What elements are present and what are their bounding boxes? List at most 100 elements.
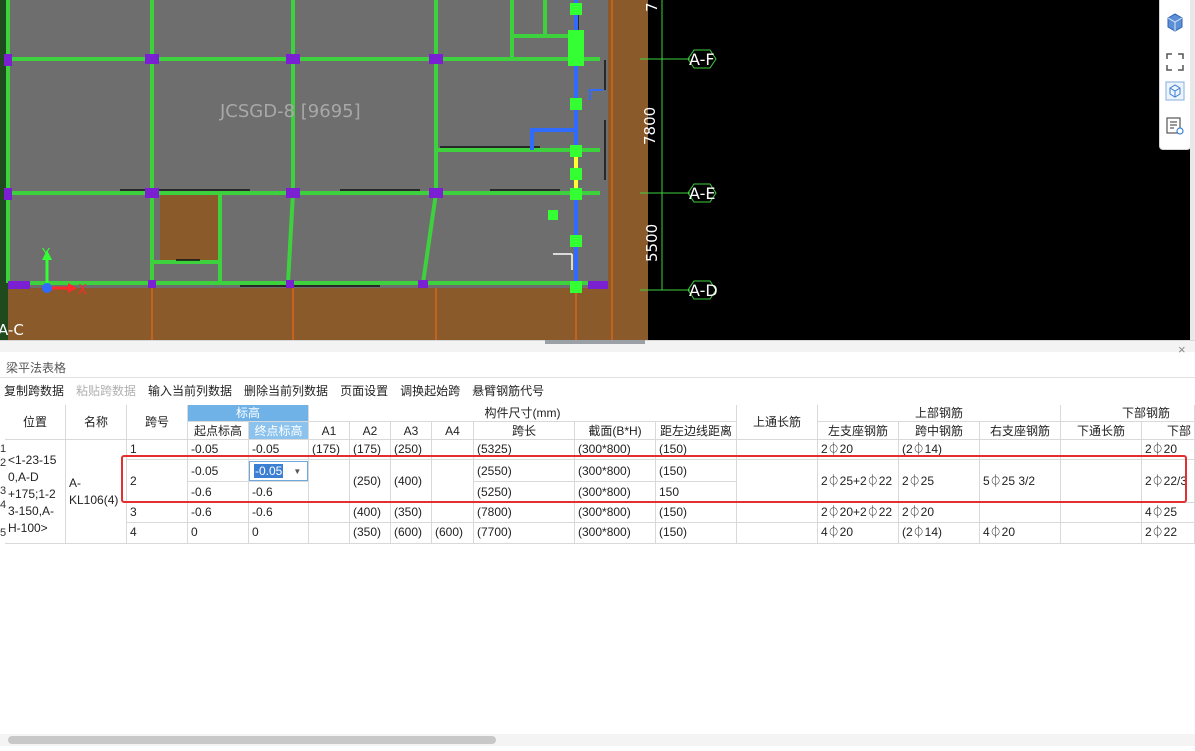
name-cell[interactable]: A- KL106(4): [66, 440, 127, 544]
table-cell-bottom-partial[interactable]: 4⏀25: [1142, 503, 1195, 523]
table-cell-end[interactable]: 0: [249, 523, 309, 544]
table-cell-section[interactable]: (300*800): [575, 482, 656, 503]
table-cell-distance[interactable]: (150): [656, 440, 737, 460]
table-cell-bottom-partial[interactable]: 2⏀20: [1142, 440, 1195, 460]
table-cell-end[interactable]: -0.6: [249, 503, 309, 523]
copy-span-data-button[interactable]: 复制跨数据: [0, 382, 68, 400]
table-cell-left-support[interactable]: 2⏀20+2⏀22: [818, 503, 899, 523]
table-cell-start[interactable]: -0.05: [188, 440, 249, 460]
table-cell-start[interactable]: -0.6: [188, 482, 249, 503]
table-cell-section[interactable]: (300*800): [575, 523, 656, 544]
3d-cube-icon[interactable]: [1165, 12, 1187, 34]
table-cell-span[interactable]: 3: [127, 503, 188, 523]
table-cell-start[interactable]: -0.6: [188, 503, 249, 523]
table-cell-left-support[interactable]: 2⏀20: [818, 440, 899, 460]
close-icon[interactable]: ×: [1178, 342, 1186, 357]
header-top-rebar: 上部钢筋: [818, 405, 1061, 422]
horizontal-scrollbar-thumb[interactable]: [8, 736, 496, 744]
table-cell-start[interactable]: 0: [188, 523, 249, 544]
dropdown-arrow-icon[interactable]: ▼: [293, 467, 301, 476]
table-cell-length[interactable]: (2550): [474, 460, 575, 482]
vertical-scrollbar[interactable]: [1190, 0, 1195, 340]
table-cell-start[interactable]: -0.05: [188, 460, 249, 482]
cad-viewport[interactable]: 7800 5500 7 A-F A-E A-D A-C JCSGD-8 [969…: [0, 0, 1195, 340]
table-cell-section[interactable]: (300*800): [575, 503, 656, 523]
table-cell-a1[interactable]: [309, 460, 350, 503]
table-cell-a4[interactable]: [432, 503, 474, 523]
cantilever-rebar-code-button[interactable]: 悬臂钢筋代号: [468, 382, 548, 400]
table-cell-length[interactable]: (7800): [474, 503, 575, 523]
list-settings-icon[interactable]: [1165, 116, 1187, 138]
table-cell-left-support[interactable]: 2⏀25+2⏀22: [818, 460, 899, 503]
splitter-grip[interactable]: [545, 340, 645, 344]
dimension-5500: 5500: [643, 224, 661, 262]
table-cell-right-support[interactable]: 5⏀25 3/2: [980, 460, 1061, 503]
table-cell-length[interactable]: (7700): [474, 523, 575, 544]
delete-column-data-button[interactable]: 删除当前列数据: [240, 382, 332, 400]
position-cell[interactable]: <1-23-15 0,A-D +175;1-2 3-150,A- H-100>: [5, 440, 66, 544]
table-cell-mid-span[interactable]: 2⏀20: [899, 503, 980, 523]
table-cell-bottom-partial[interactable]: 2⏀22: [1142, 523, 1195, 544]
table-cell-span[interactable]: 4: [127, 523, 188, 544]
table-cell-a2[interactable]: (175): [350, 440, 391, 460]
table-cell-span[interactable]: 2: [127, 460, 188, 503]
table-cell-mid-span[interactable]: (2⏀14): [899, 440, 980, 460]
table-cell-a3[interactable]: (400): [391, 460, 432, 503]
table-cell-a4[interactable]: [432, 440, 474, 460]
table-cell-bottom-partial[interactable]: 2⏀22/3: [1142, 460, 1195, 503]
header-dimensions: 构件尺寸(mm): [309, 405, 737, 422]
table-cell-a2[interactable]: (250): [350, 460, 391, 503]
header-top-through-rebar: 上通长筋: [737, 405, 818, 440]
table-cell-a3[interactable]: (600): [391, 523, 432, 544]
view-cube-icon[interactable]: [1165, 81, 1187, 103]
axis-label-af: A-F: [689, 50, 715, 69]
table-cell-bottom-through[interactable]: [1061, 440, 1142, 460]
table-cell-top-through[interactable]: [737, 523, 818, 544]
table-cell-a3[interactable]: (350): [391, 503, 432, 523]
page-setup-button[interactable]: 页面设置: [336, 382, 392, 400]
table-cell-span[interactable]: 1: [127, 440, 188, 460]
table-cell-right-support[interactable]: [980, 440, 1061, 460]
table-cell-mid-span[interactable]: (2⏀14): [899, 523, 980, 544]
editor-selected-text[interactable]: -0.05: [254, 464, 284, 478]
header-left-edge-distance: 距左边线距离: [656, 422, 737, 440]
paste-span-data-button[interactable]: 粘贴跨数据: [72, 382, 140, 400]
table-cell-bottom-through[interactable]: [1061, 523, 1142, 544]
table-cell-section[interactable]: (300*800): [575, 460, 656, 482]
table-cell-right-support[interactable]: 4⏀20: [980, 523, 1061, 544]
table-cell-a2[interactable]: (400): [350, 503, 391, 523]
table-cell-length[interactable]: (5250): [474, 482, 575, 503]
table-cell-a1[interactable]: [309, 523, 350, 544]
table-cell-top-through[interactable]: [737, 440, 818, 460]
header-name: 名称: [66, 405, 127, 440]
table-cell-distance[interactable]: (150): [656, 503, 737, 523]
fullscreen-icon[interactable]: [1165, 52, 1187, 74]
table-cell-a1[interactable]: [309, 503, 350, 523]
table-cell-bottom-through[interactable]: [1061, 503, 1142, 523]
table-cell-end[interactable]: -0.05: [249, 440, 309, 460]
swap-start-span-button[interactable]: 调换起始跨: [396, 382, 464, 400]
table-cell-distance[interactable]: 150: [656, 482, 737, 503]
table-cell-a3[interactable]: (250): [391, 440, 432, 460]
table-cell-a1[interactable]: (175): [309, 440, 350, 460]
table-cell-right-support[interactable]: [980, 503, 1061, 523]
floor-plan-drawing[interactable]: 7800 5500 7 A-F A-E A-D A-C JCSGD-8 [969…: [0, 0, 1195, 340]
table-cell-left-support[interactable]: 4⏀20: [818, 523, 899, 544]
table-cell-distance[interactable]: (150): [656, 460, 737, 482]
input-column-data-button[interactable]: 输入当前列数据: [144, 382, 236, 400]
table-cell-a4[interactable]: (600): [432, 523, 474, 544]
axis-label-ad: A-D: [689, 281, 718, 300]
table-cell-top-through[interactable]: [737, 460, 818, 503]
table-cell-length[interactable]: (5325): [474, 440, 575, 460]
table-cell-section[interactable]: (300*800): [575, 440, 656, 460]
component-label: JCSGD-8 [9695]: [219, 101, 361, 122]
table-cell-distance[interactable]: (150): [656, 523, 737, 544]
header-end-elevation[interactable]: 终点标高: [249, 422, 309, 440]
table-cell-bottom-through[interactable]: [1061, 460, 1142, 503]
table-cell-top-through[interactable]: [737, 503, 818, 523]
end-elevation-editor[interactable]: -0.05 ▼: [249, 461, 308, 481]
table-cell-a4[interactable]: [432, 460, 474, 503]
table-cell-a2[interactable]: (350): [350, 523, 391, 544]
table-cell-end[interactable]: -0.6: [249, 482, 309, 503]
table-cell-mid-span[interactable]: 2⏀25: [899, 460, 980, 503]
